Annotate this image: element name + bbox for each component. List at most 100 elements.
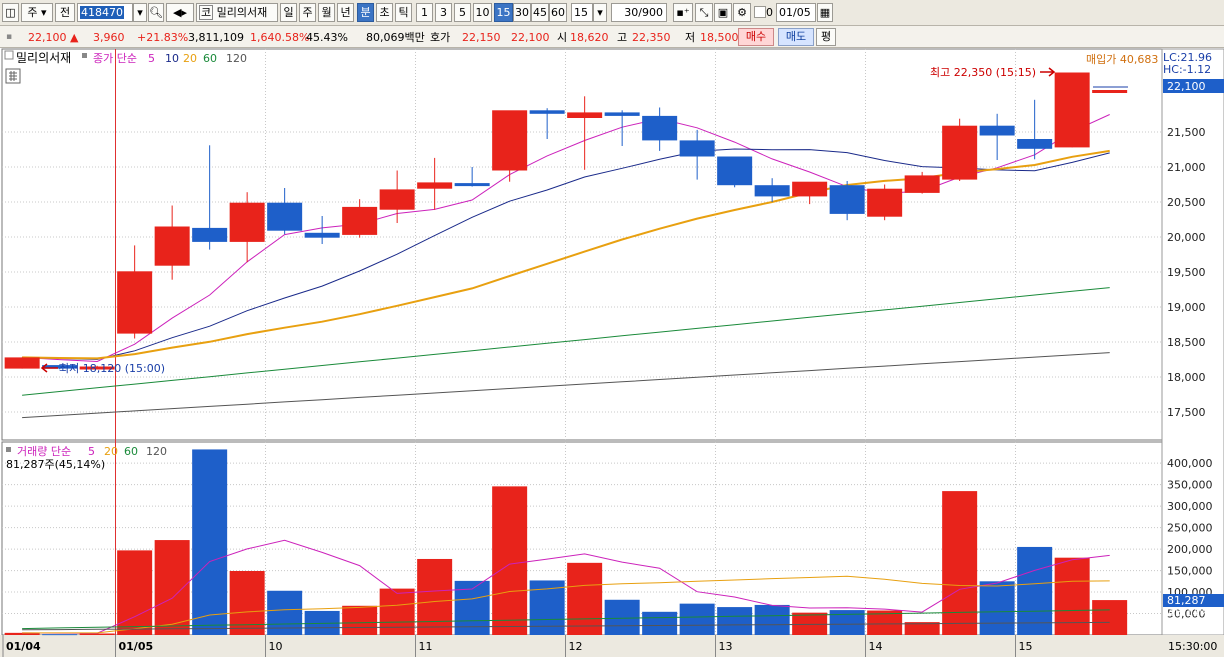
- volume-tag-pct: 45.14%: [1168, 606, 1210, 619]
- up-arrow-icon: ▲: [70, 31, 79, 44]
- interval-label: 60: [551, 6, 565, 19]
- price-tick-label: 17,500: [1167, 406, 1206, 419]
- market-all-button[interactable]: 전: [55, 3, 75, 22]
- price-tick-label: 20,000: [1167, 231, 1206, 244]
- interval-dropdown-icon[interactable]: ▾: [593, 3, 607, 22]
- volume-bar: [192, 449, 228, 635]
- search-icon[interactable]: 🔍︎: [148, 3, 164, 22]
- period-second-button[interactable]: 초: [376, 3, 393, 22]
- volume-bar: [604, 599, 640, 635]
- interval-button-45[interactable]: 45: [531, 3, 549, 22]
- volume-tick-label: 200,000: [1167, 543, 1213, 556]
- bid-price: 22,100: [511, 31, 550, 44]
- interval-button-60[interactable]: 60: [549, 3, 567, 22]
- period-month-button[interactable]: 월: [318, 3, 335, 22]
- ask-price: 22,150: [462, 31, 501, 44]
- volume-pct: 1,640.58%: [250, 31, 310, 44]
- price-tick-label: 21,500: [1167, 126, 1206, 139]
- period-week-button[interactable]: 주: [299, 3, 316, 22]
- volume-tick-label: 350,000: [1167, 479, 1213, 492]
- vol-legend-period: 60: [124, 445, 138, 458]
- interval-button-10[interactable]: 10: [473, 3, 492, 22]
- calendar-icon[interactable]: ▦: [817, 3, 833, 22]
- vol-legend-period: 20: [104, 445, 118, 458]
- candle-body: [342, 206, 378, 235]
- chart-menu-icon[interactable]: ◫: [2, 3, 19, 22]
- interval-button-15[interactable]: 15: [494, 3, 513, 22]
- candle-body: [942, 125, 978, 180]
- low-annotation: 최저 18,120 (15:00): [59, 362, 165, 375]
- interval-label: 1: [421, 6, 428, 19]
- interval-label: 10: [475, 6, 490, 19]
- open-label: 시: [557, 31, 568, 44]
- exchange-label: 코: [199, 5, 214, 20]
- interval-button-3[interactable]: 3: [435, 3, 452, 22]
- candle-body: [1017, 139, 1053, 149]
- interval-input-value: 15: [574, 6, 588, 19]
- candle-body: [604, 112, 640, 116]
- date-value: 01/05: [779, 6, 811, 19]
- sell-button[interactable]: 매도: [778, 28, 814, 46]
- buy-button[interactable]: 매수: [738, 28, 774, 46]
- count-value: 30/900: [624, 6, 663, 19]
- turnover-pct: 45.43%: [306, 31, 348, 44]
- period-minute-label: 분: [360, 6, 371, 19]
- candle-body: [4, 357, 40, 369]
- current-price-value: 22,100: [28, 31, 67, 44]
- eval-button[interactable]: 평: [816, 28, 836, 46]
- time-axis-label: 10: [269, 640, 283, 653]
- volume-bar: [379, 588, 415, 635]
- draw-tool-icon[interactable]: ⤡: [695, 3, 713, 22]
- indicator-add-icon[interactable]: ▪⁺: [673, 3, 693, 22]
- period-year-button[interactable]: 년: [337, 3, 354, 22]
- candle-body: [192, 227, 228, 242]
- date-checkbox[interactable]: [754, 6, 766, 18]
- interval-button-30[interactable]: 30: [513, 3, 531, 22]
- stock-code-value: 418470: [80, 6, 124, 19]
- candle-body: [829, 185, 865, 214]
- chart-toolbar: ◫ 주 ▾ 전 418470 ▾ 🔍︎ ◀▸ 코 밀리의서재 일 주 월 년 분…: [0, 0, 1224, 26]
- volume-bar: [342, 605, 378, 635]
- period-tick-button[interactable]: 틱: [395, 3, 412, 22]
- volume-tick-label: 400,000: [1167, 457, 1213, 470]
- market-type-select[interactable]: 주 ▾: [21, 3, 53, 22]
- low-price: 18,500: [700, 31, 739, 44]
- period-minute-button[interactable]: 분: [357, 3, 374, 22]
- candle-body: [867, 188, 903, 217]
- candle-body: [154, 226, 190, 266]
- count-input[interactable]: 30/900: [611, 3, 667, 22]
- eval-button-label: 평: [820, 30, 832, 43]
- candle-body: [979, 125, 1015, 136]
- stock-name-field[interactable]: 코 밀리의서재: [196, 3, 278, 22]
- legend-ma-period: 20: [183, 52, 197, 65]
- prev-stock-icon[interactable]: ◀▸: [166, 3, 194, 22]
- date-checkbox-label: 0: [766, 6, 773, 19]
- candle-body: [229, 202, 265, 242]
- price-tick-label: 18,000: [1167, 371, 1206, 384]
- interval-button-1[interactable]: 1: [416, 3, 433, 22]
- price-change-pct: +21.83%: [137, 31, 189, 44]
- legend-ma-period: 60: [203, 52, 217, 65]
- period-day-button[interactable]: 일: [280, 3, 297, 22]
- interval-label: 15: [496, 6, 511, 19]
- high-price: 22,350: [632, 31, 671, 44]
- stock-chart[interactable]: 01/04 01/05 10 11 12 13 14 15 15:30:00 17,500 18,0…: [0, 48, 1224, 657]
- volume-bar: [642, 611, 678, 635]
- settings-gear-icon[interactable]: ⚙: [733, 3, 751, 22]
- volume-bar: [754, 604, 790, 635]
- candle-body: [904, 175, 940, 193]
- interval-label: 5: [459, 6, 466, 19]
- interval-input[interactable]: 15: [571, 3, 593, 22]
- volume-tick-label: 250,000: [1167, 522, 1213, 535]
- stock-code-dropdown-icon[interactable]: ▾: [133, 3, 147, 22]
- price-tag-pct: -1.12%: [1170, 92, 1209, 105]
- legend-ma-period: 120: [226, 52, 247, 65]
- legend-stock-name: 밀리의서재: [16, 51, 71, 65]
- stock-code-input[interactable]: 418470: [77, 3, 133, 22]
- volume-bar: [792, 612, 828, 635]
- save-icon[interactable]: ▣: [714, 3, 732, 22]
- interval-button-5[interactable]: 5: [454, 3, 471, 22]
- candle-body: [529, 110, 565, 114]
- candle-body: [417, 182, 453, 189]
- date-input[interactable]: 01/05: [776, 3, 816, 22]
